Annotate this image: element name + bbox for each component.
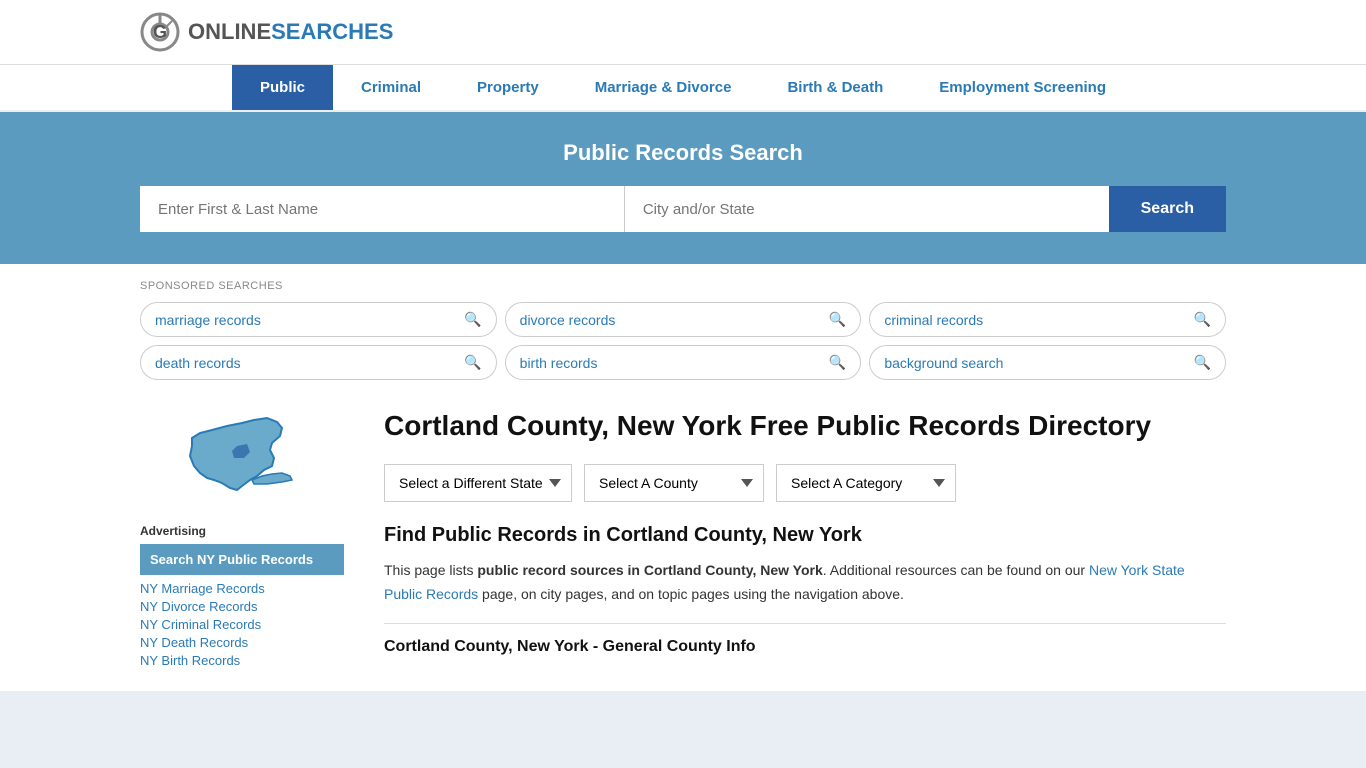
state-dropdown[interactable]: Select a Different State (384, 464, 572, 502)
search-button[interactable]: Search (1109, 186, 1226, 232)
sidebar-map (140, 408, 344, 508)
tag-divorce-records[interactable]: divorce records 🔍 (505, 302, 862, 337)
nav-employment-screening[interactable]: Employment Screening (911, 65, 1134, 110)
find-records-heading: Find Public Records in Cortland County, … (384, 524, 1226, 547)
nav-criminal[interactable]: Criminal (333, 65, 449, 110)
search-icon: 🔍 (829, 311, 846, 328)
name-input[interactable] (140, 186, 625, 232)
ny-state-map (182, 408, 302, 508)
tag-label: divorce records (520, 312, 616, 328)
find-text-1: This page lists (384, 562, 477, 578)
county-dropdown[interactable]: Select A County (584, 464, 764, 502)
sidebar-link-marriage[interactable]: NY Marriage Records (140, 581, 344, 596)
sidebar: Advertising Search NY Public Records NY … (140, 388, 360, 691)
sidebar-link-criminal[interactable]: NY Criminal Records (140, 617, 344, 632)
content-wrapper: Advertising Search NY Public Records NY … (0, 388, 1366, 691)
logo: G ONLINESEARCHES (140, 12, 393, 52)
tag-birth-records[interactable]: birth records 🔍 (505, 345, 862, 380)
tag-label: birth records (520, 355, 598, 371)
svg-text:G: G (153, 22, 167, 42)
nav-public[interactable]: Public (232, 65, 333, 110)
find-text-bold: public record sources in Cortland County… (477, 562, 822, 578)
search-icon: 🔍 (829, 354, 846, 371)
sidebar-link-death[interactable]: NY Death Records (140, 635, 344, 650)
hero-banner: Public Records Search Search (0, 112, 1366, 264)
tag-label: marriage records (155, 312, 261, 328)
find-text-3: page, on city pages, and on topic pages … (478, 586, 904, 602)
search-tags: marriage records 🔍 divorce records 🔍 cri… (140, 302, 1226, 380)
tag-label: criminal records (884, 312, 983, 328)
nav-property[interactable]: Property (449, 65, 567, 110)
header: G ONLINESEARCHES (0, 0, 1366, 65)
sidebar-link-birth[interactable]: NY Birth Records (140, 653, 344, 668)
tag-death-records[interactable]: death records 🔍 (140, 345, 497, 380)
location-input[interactable] (625, 186, 1109, 232)
nav-birth-death[interactable]: Birth & Death (759, 65, 911, 110)
sidebar-links: NY Marriage Records NY Divorce Records N… (140, 581, 344, 668)
main-content: Cortland County, New York Free Public Re… (360, 388, 1226, 691)
main-nav: Public Criminal Property Marriage & Divo… (0, 65, 1366, 112)
search-icon: 🔍 (464, 311, 481, 328)
sidebar-link-divorce[interactable]: NY Divorce Records (140, 599, 344, 614)
page-title: Cortland County, New York Free Public Re… (384, 408, 1226, 444)
search-icon: 🔍 (1194, 354, 1211, 371)
logo-icon: G (140, 12, 180, 52)
tag-background-search[interactable]: background search 🔍 (869, 345, 1226, 380)
tag-criminal-records[interactable]: criminal records 🔍 (869, 302, 1226, 337)
hero-title: Public Records Search (140, 140, 1226, 166)
sidebar-ad-item[interactable]: Search NY Public Records (140, 544, 344, 575)
sponsored-section: SPONSORED SEARCHES marriage records 🔍 di… (0, 264, 1366, 388)
tag-marriage-records[interactable]: marriage records 🔍 (140, 302, 497, 337)
logo-text: ONLINESEARCHES (188, 19, 393, 45)
search-icon: 🔍 (464, 354, 481, 371)
tag-label: background search (884, 355, 1003, 371)
category-dropdown[interactable]: Select A Category (776, 464, 956, 502)
advertising-label: Advertising (140, 524, 344, 538)
search-bar: Search (140, 186, 1226, 232)
nav-marriage-divorce[interactable]: Marriage & Divorce (567, 65, 760, 110)
sponsored-label: SPONSORED SEARCHES (140, 280, 1226, 292)
find-text-2: . Additional resources can be found on o… (823, 562, 1089, 578)
search-icon: 🔍 (1194, 311, 1211, 328)
tag-label: death records (155, 355, 241, 371)
dropdown-row: Select a Different State Select A County… (384, 464, 1226, 502)
find-records-text: This page lists public record sources in… (384, 559, 1226, 607)
county-info-heading: Cortland County, New York - General Coun… (384, 623, 1226, 656)
